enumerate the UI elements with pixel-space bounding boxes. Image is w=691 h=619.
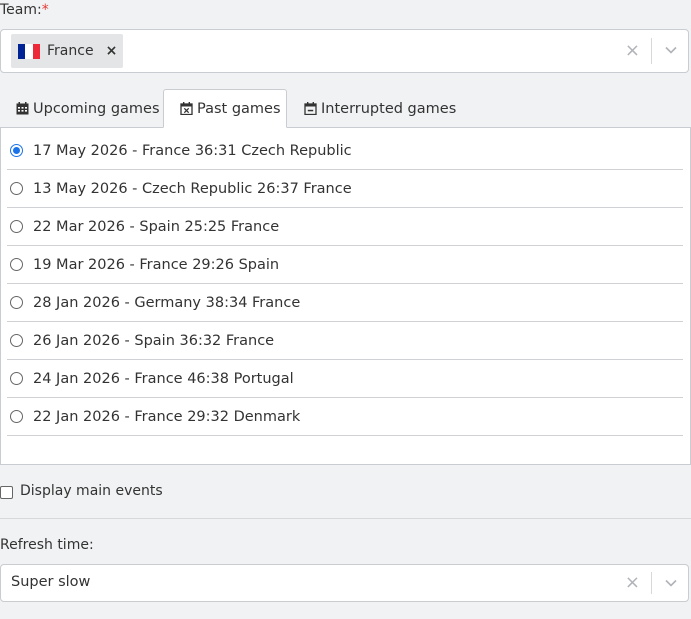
game-radio[interactable] — [10, 296, 23, 309]
team-label-text: Team: — [0, 2, 42, 18]
calendar-x-icon — [180, 102, 193, 115]
team-chip-label: France — [47, 43, 94, 59]
game-radio[interactable] — [10, 258, 23, 271]
team-chevron-down-icon[interactable] — [665, 46, 677, 54]
game-label: 22 Jan 2026 - France 29:32 Denmark — [33, 408, 301, 425]
chip-remove-icon[interactable]: × — [106, 43, 118, 59]
game-label: 13 May 2026 - Czech Republic 26:37 Franc… — [33, 180, 352, 197]
game-label: 26 Jan 2026 - Spain 36:32 France — [33, 332, 275, 349]
team-clear-icon[interactable]: × — [625, 42, 640, 60]
refresh-chevron-down-icon[interactable] — [665, 579, 677, 587]
required-mark: * — [41, 2, 49, 18]
tab-past-games[interactable]: Past games — [163, 89, 287, 128]
games-tabs: Upcoming games Past games Interrupted ga… — [0, 89, 691, 128]
game-radio[interactable] — [10, 144, 23, 157]
past-games-panel: 17 May 2026 - France 36:31 Czech Republi… — [0, 127, 691, 465]
tab-interrupted-games[interactable]: Interrupted games — [304, 89, 456, 128]
refresh-time-value: Super slow — [11, 574, 91, 590]
divider — [0, 518, 691, 519]
game-radio[interactable] — [10, 334, 23, 347]
refresh-time-label: Refresh time: — [0, 537, 94, 553]
calendar-minus-icon — [304, 102, 317, 115]
game-radio[interactable] — [10, 372, 23, 385]
refresh-clear-icon[interactable]: × — [625, 574, 640, 592]
france-flag-icon — [18, 43, 40, 59]
tab-upcoming-label: Upcoming games — [33, 100, 160, 117]
game-row[interactable]: 13 May 2026 - Czech Republic 26:37 Franc… — [7, 170, 683, 208]
game-label: 28 Jan 2026 - Germany 38:34 France — [33, 294, 301, 311]
display-main-events-checkbox[interactable] — [0, 486, 13, 499]
team-label: Team:* — [0, 2, 49, 18]
game-label: 17 May 2026 - France 36:31 Czech Republi… — [33, 142, 352, 159]
game-row[interactable]: 28 Jan 2026 - Germany 38:34 France — [7, 284, 683, 322]
team-select[interactable]: France × × — [0, 29, 689, 73]
game-row[interactable]: 24 Jan 2026 - France 46:38 Portugal — [7, 360, 683, 398]
game-label: 24 Jan 2026 - France 46:38 Portugal — [33, 370, 294, 387]
game-radio[interactable] — [10, 410, 23, 423]
game-label: 22 Mar 2026 - Spain 25:25 France — [33, 218, 280, 235]
refresh-time-select[interactable]: Super slow × — [0, 564, 689, 602]
display-main-events-label[interactable]: Display main events — [20, 483, 163, 499]
game-row[interactable]: 19 Mar 2026 - France 29:26 Spain — [7, 246, 683, 284]
game-radio[interactable] — [10, 220, 23, 233]
refresh-select-separator — [651, 572, 652, 594]
game-row[interactable]: 22 Mar 2026 - Spain 25:25 France — [7, 208, 683, 246]
game-row[interactable]: 22 Jan 2026 - France 29:32 Denmark — [7, 398, 683, 436]
game-radio[interactable] — [10, 182, 23, 195]
team-chip-france: France × — [11, 34, 124, 68]
tab-upcoming-games[interactable]: Upcoming games — [16, 89, 160, 128]
team-select-separator — [651, 38, 652, 64]
game-row[interactable]: 26 Jan 2026 - Spain 36:32 France — [7, 322, 683, 360]
game-row[interactable]: 17 May 2026 - France 36:31 Czech Republi… — [7, 132, 683, 170]
tab-past-label: Past games — [197, 100, 281, 117]
game-label: 19 Mar 2026 - France 29:26 Spain — [33, 256, 280, 273]
calendar-icon — [16, 102, 29, 115]
tab-interrupted-label: Interrupted games — [321, 100, 457, 117]
